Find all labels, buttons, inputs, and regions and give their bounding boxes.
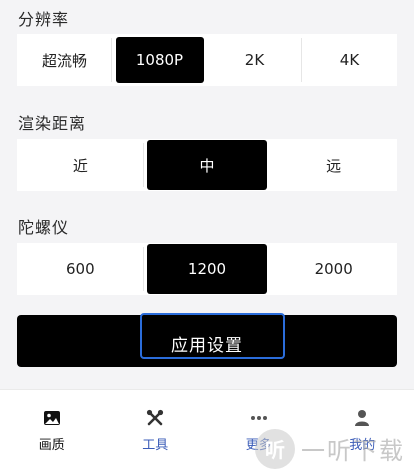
render-distance-option-far[interactable]: 远 (270, 139, 397, 191)
resolution-option-2k[interactable]: 2K (207, 34, 302, 86)
tab-quality[interactable]: 画质 (0, 390, 104, 471)
resolution-option-4k[interactable]: 4K (302, 34, 397, 86)
render-distance-selector: 近 中 远 (17, 139, 397, 191)
apply-settings-label: 应用设置 (171, 335, 243, 356)
more-dots-icon (248, 408, 270, 428)
render-distance-option-medium[interactable]: 中 (144, 139, 271, 191)
render-distance-title: 渲染距离 (18, 114, 87, 133)
tab-label: 我的 (349, 438, 376, 453)
tools-icon (144, 408, 166, 428)
resolution-selector: 超流畅 1080P 2K 4K (17, 34, 397, 86)
resolution-title: 分辨率 (18, 10, 70, 29)
gyroscope-option-600[interactable]: 600 (17, 243, 144, 295)
gyroscope-option-2000[interactable]: 2000 (270, 243, 397, 295)
gyroscope-title: 陀螺仪 (18, 218, 70, 237)
tab-more[interactable]: 更多 (207, 390, 311, 471)
gyroscope-option-1200[interactable]: 1200 (144, 243, 271, 295)
user-icon (351, 408, 373, 428)
settings-page: 分辨率 超流畅 1080P 2K 4K 渲染距离 近 中 远 陀螺仪 600 1… (0, 0, 414, 471)
tab-tools[interactable]: 工具 (104, 390, 208, 471)
tab-label: 工具 (142, 438, 169, 453)
tab-label: 画质 (38, 438, 65, 453)
render-distance-option-near[interactable]: 近 (17, 139, 144, 191)
image-icon (41, 408, 63, 428)
bottom-tab-bar: 画质 工具 更多 我的 (0, 389, 414, 471)
resolution-option-smooth[interactable]: 超流畅 (17, 34, 112, 86)
apply-settings-button[interactable]: 应用设置 (17, 315, 397, 367)
resolution-option-1080p[interactable]: 1080P (112, 34, 207, 86)
tab-label: 更多 (245, 438, 272, 453)
tab-profile[interactable]: 我的 (311, 390, 414, 471)
gyroscope-selector: 600 1200 2000 (17, 243, 397, 295)
